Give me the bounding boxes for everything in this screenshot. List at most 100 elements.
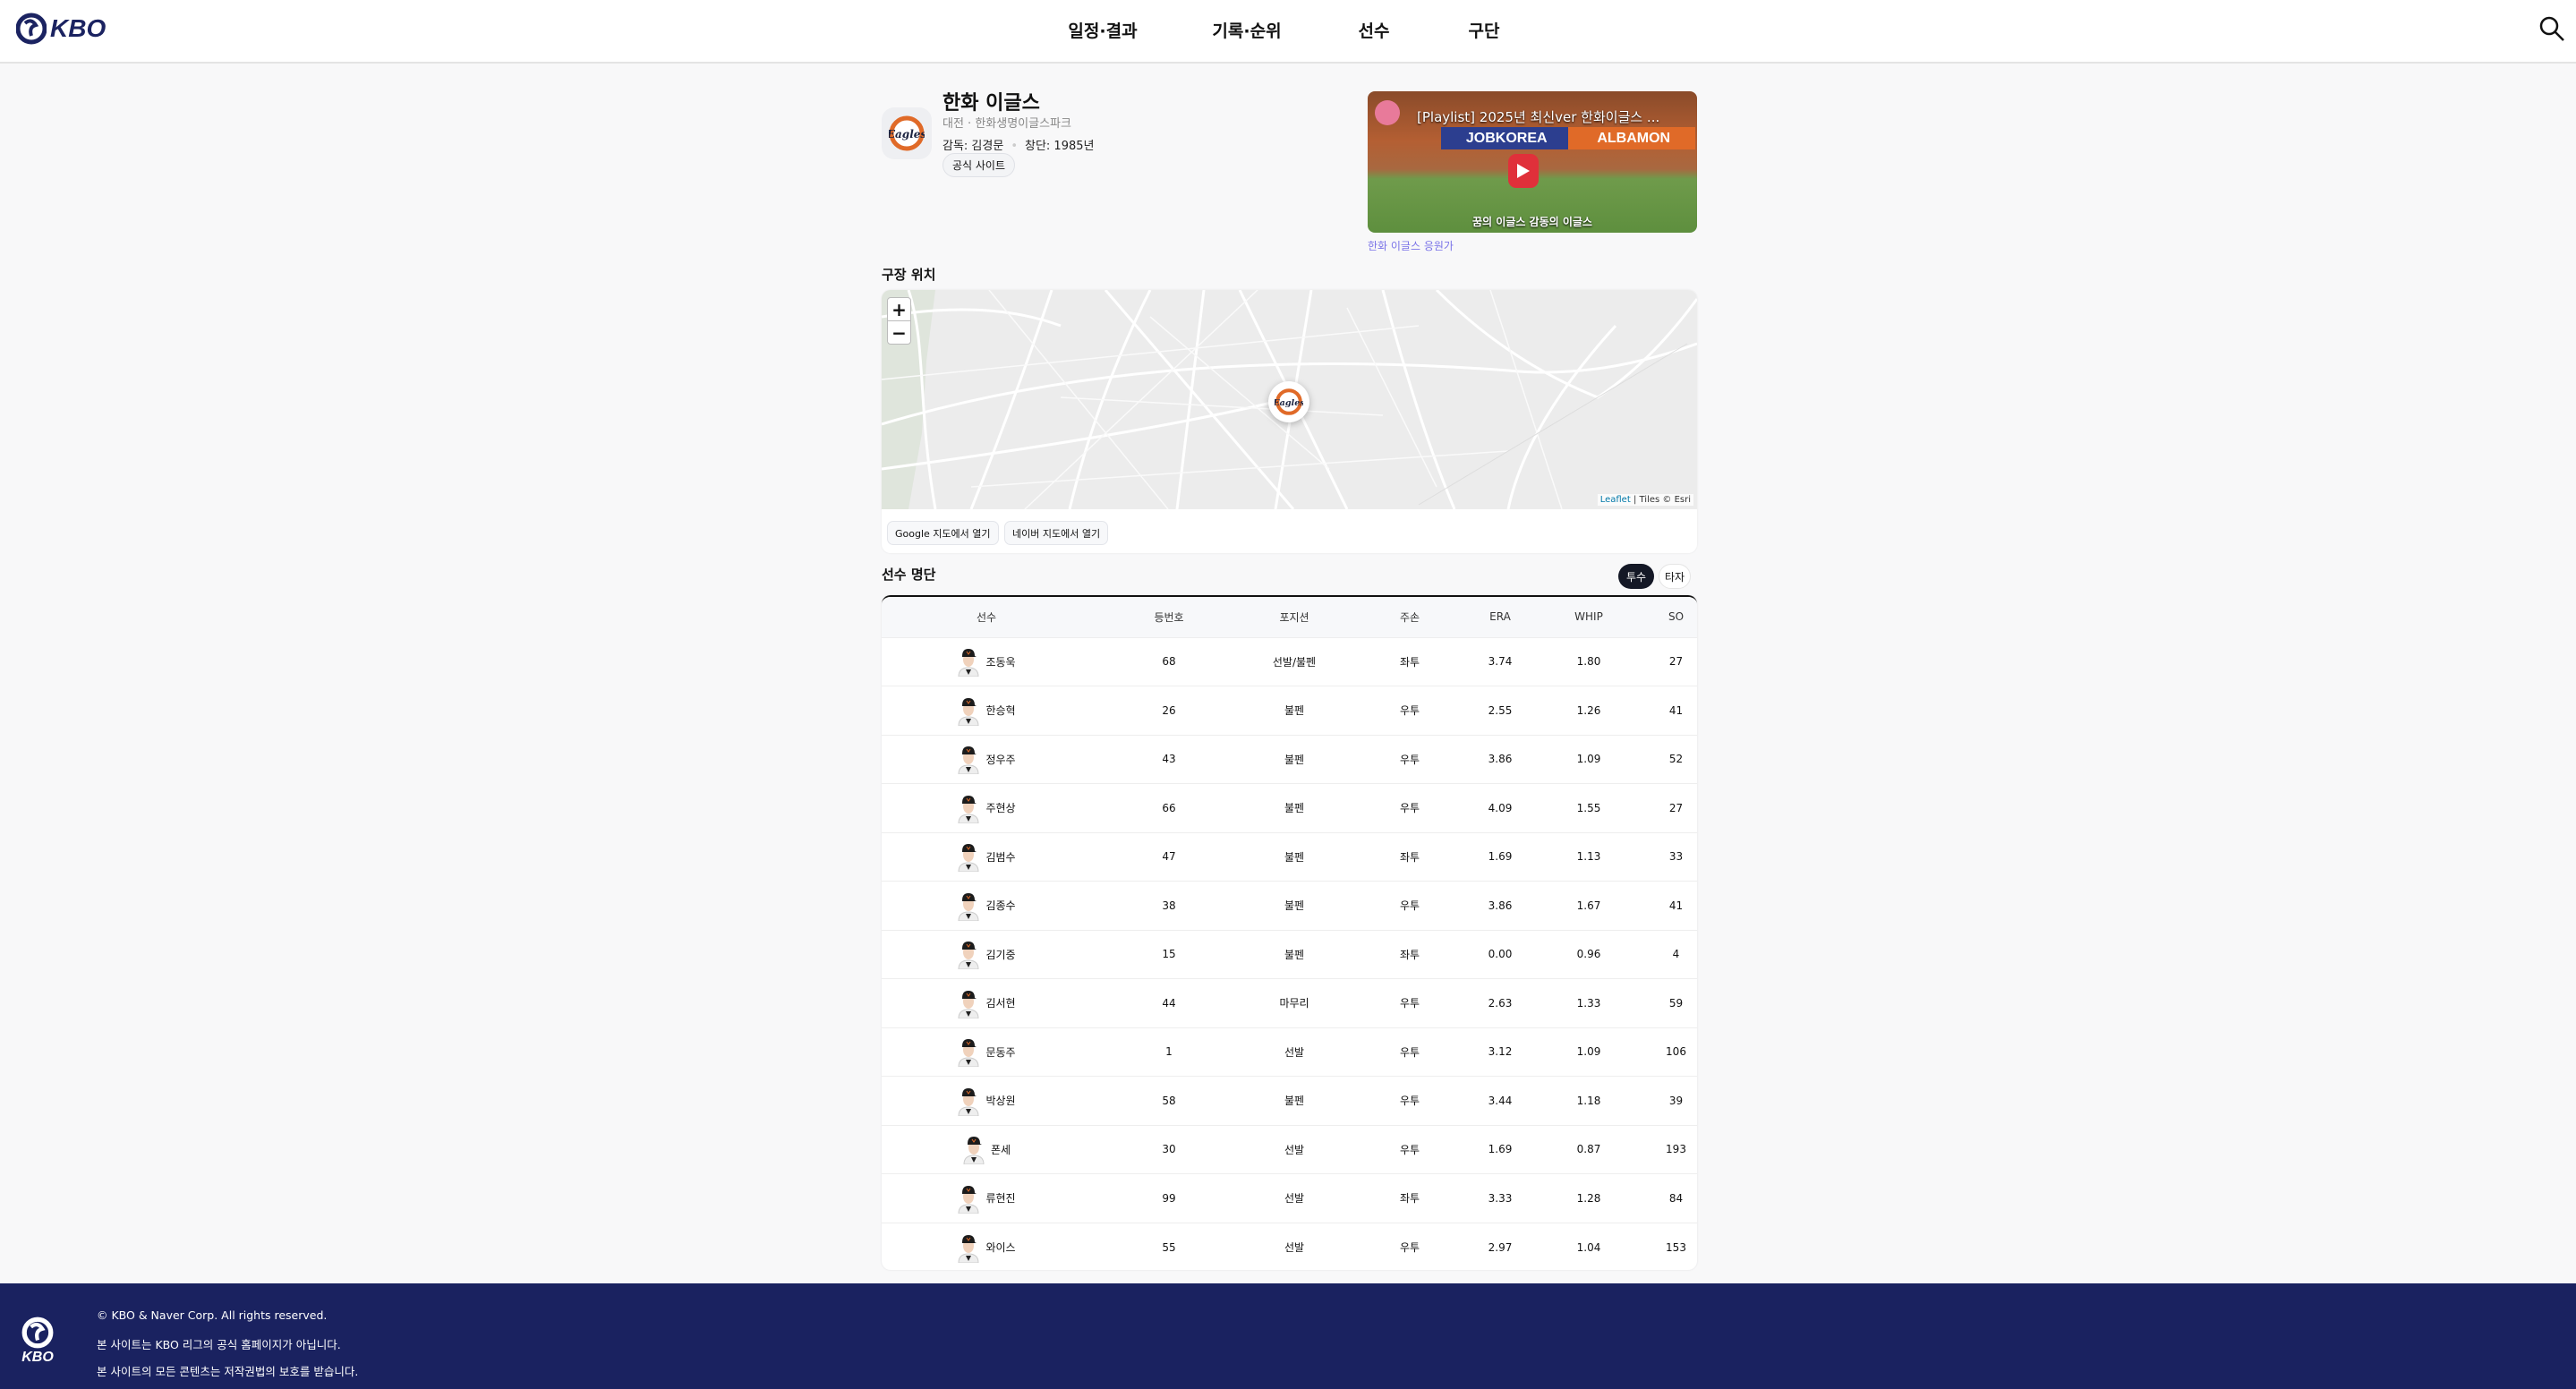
open-naver-map-button[interactable]: 네이버 지도에서 열기 [1004, 521, 1109, 545]
player-photo [958, 1087, 979, 1116]
throwing-hand: 우투 [1342, 735, 1478, 784]
nav-players[interactable]: 선수 [1359, 18, 1390, 42]
position: 선발 [1247, 1027, 1342, 1077]
player-photo [958, 990, 979, 1018]
player-photo [958, 1185, 979, 1214]
table-row[interactable]: 와이스 55 선발 우투 2.97 1.04 153 [882, 1223, 1697, 1270]
whip: 1.09 [1523, 735, 1655, 784]
whip: 1.80 [1523, 637, 1655, 686]
table-row[interactable]: 김서현 44 마무리 우투 2.63 1.33 59 [882, 978, 1697, 1028]
throwing-hand: 우투 [1399, 1241, 1420, 1254]
table-row[interactable]: 류현진 99 선발 좌투 3.33 1.28 84 [882, 1173, 1697, 1223]
player-name[interactable]: 문동주 [985, 1044, 1015, 1060]
video-caption-link[interactable]: 한화 이글스 응원가 [1368, 238, 1454, 253]
kbo-emblem-icon [16, 13, 47, 45]
stadium-map[interactable]: + − Eagles Leaflet | Tiles © Esri [882, 290, 1697, 510]
table-row[interactable]: 문동주 1 선발 우투 3.12 1.09 106 [882, 1027, 1697, 1077]
stadium-marker[interactable]: Eagles [1268, 381, 1309, 422]
whip: 1.67 [1523, 881, 1655, 931]
player-cell: 폰세 [882, 1125, 1091, 1174]
table-row[interactable]: 김종수 38 불펜 우투 3.86 1.67 41 [882, 881, 1697, 931]
table-row[interactable]: 박상원 58 불펜 우투 3.44 1.18 39 [882, 1076, 1697, 1126]
open-google-maps-button[interactable]: Google 지도에서 열기 [887, 521, 999, 545]
player-name[interactable]: 김범수 [985, 849, 1015, 865]
throwing-hand: 좌투 [1342, 1173, 1478, 1223]
team-location: 대전 · 한화생명이글스파크 [943, 117, 1071, 131]
zoom-in-button[interactable]: + [887, 297, 911, 321]
strikeouts: 27 [1655, 783, 1697, 833]
whip: 1.28 [1523, 1173, 1655, 1223]
strikeouts: 153 [1666, 1240, 1686, 1254]
player-name[interactable]: 조동욱 [985, 654, 1015, 669]
player-cell: 김범수 [882, 832, 1091, 882]
whip: 1.26 [1523, 686, 1655, 736]
official-site-button[interactable]: 공식 사이트 [943, 153, 1016, 177]
player-cell: 김서현 [882, 978, 1091, 1028]
era: 3.74 [1478, 637, 1523, 686]
table-row[interactable]: 폰세 30 선발 우투 1.69 0.87 193 [882, 1125, 1697, 1174]
jersey-number: 68 [1091, 637, 1247, 686]
position: 불펜 [1247, 783, 1342, 833]
strikeouts: 193 [1655, 1125, 1697, 1174]
era: 3.86 [1478, 735, 1523, 784]
era: 3.86 [1478, 881, 1523, 931]
strikeouts: 59 [1655, 978, 1697, 1028]
position: 불펜 [1247, 735, 1342, 784]
strikeouts: 27 [1655, 637, 1697, 686]
player-cell: 주현상 [882, 783, 1091, 833]
player-photo [958, 1039, 979, 1068]
team-name: 한화 이글스 [943, 92, 1040, 115]
player-name[interactable]: 류현진 [985, 1190, 1015, 1206]
player-name[interactable]: 주현상 [985, 800, 1015, 815]
kbo-logo[interactable]: KBO [16, 13, 106, 45]
table-row[interactable]: 한승혁 26 불펜 우투 2.55 1.26 41 [882, 686, 1697, 736]
player-name[interactable]: 한승혁 [985, 703, 1015, 718]
logo-text: KBO [50, 14, 107, 42]
player-cell: 박상원 [882, 1076, 1091, 1126]
player-cell: 문동주 [882, 1027, 1091, 1077]
table-row[interactable]: 주현상 66 불펜 우투 4.09 1.55 27 [882, 783, 1697, 833]
search-icon[interactable] [2538, 15, 2565, 42]
player-photo [963, 1137, 985, 1165]
tab-pitchers[interactable]: 투수 [1618, 564, 1654, 589]
nav-teams[interactable]: 구단 [1469, 18, 1500, 42]
play-button-icon[interactable] [1508, 154, 1539, 188]
strikeouts: 33 [1655, 832, 1697, 882]
whip: 1.09 [1523, 1027, 1655, 1077]
nav-schedule[interactable]: 일정·결과 [1068, 18, 1137, 42]
column-header: 포지션 [1247, 597, 1342, 638]
player-cell: 조동욱 [882, 637, 1091, 686]
nav-records[interactable]: 기록·순위 [1212, 18, 1281, 42]
zoom-out-button[interactable]: − [887, 320, 911, 345]
table-row[interactable]: 김범수 47 불펜 좌투 1.69 1.13 33 [882, 832, 1697, 882]
throwing-hand: 우투 [1342, 1076, 1478, 1126]
era: 1.69 [1478, 832, 1523, 882]
table-row[interactable]: 조동욱 68 선발/불펜 좌투 3.74 1.80 27 [882, 637, 1697, 686]
jersey-number: 30 [1091, 1125, 1247, 1174]
column-header: SO [1655, 597, 1697, 638]
player-name[interactable]: 박상원 [985, 1093, 1015, 1108]
leaflet-link[interactable]: Leaflet [1600, 495, 1631, 505]
player-name[interactable]: 정우주 [985, 752, 1015, 767]
era: 2.97 [1488, 1240, 1513, 1254]
table-row[interactable]: 김기중 15 불펜 좌투 0.00 0.96 4 [882, 930, 1697, 979]
player-cell: 한승혁 [882, 686, 1091, 736]
jersey-number: 38 [1091, 881, 1247, 931]
player-name[interactable]: 김서현 [985, 995, 1015, 1010]
position: 불펜 [1247, 930, 1342, 979]
jersey-number: 15 [1091, 930, 1247, 979]
tab-batters[interactable]: 타자 [1659, 564, 1691, 589]
era: 2.63 [1478, 978, 1523, 1028]
team-founded: 창단: 1985년 [1024, 140, 1095, 153]
kbo-emblem-icon [21, 1317, 54, 1349]
throwing-hand: 우투 [1342, 978, 1478, 1028]
player-name[interactable]: 폰세 [991, 1142, 1011, 1157]
player-name[interactable]: 와이스 [985, 1240, 1015, 1255]
footer-copyright: © KBO & Naver Corp. All rights reserved. [97, 1308, 328, 1322]
player-name[interactable]: 김기중 [985, 947, 1015, 962]
era: 4.09 [1478, 783, 1523, 833]
player-name[interactable]: 김종수 [985, 898, 1015, 913]
video-thumbnail[interactable]: [Playlist] 2025년 최신ver 한화이글스 ... JOBKORE… [1368, 91, 1697, 233]
player-photo [958, 1234, 979, 1263]
table-row[interactable]: 정우주 43 불펜 우투 3.86 1.09 52 [882, 735, 1697, 784]
